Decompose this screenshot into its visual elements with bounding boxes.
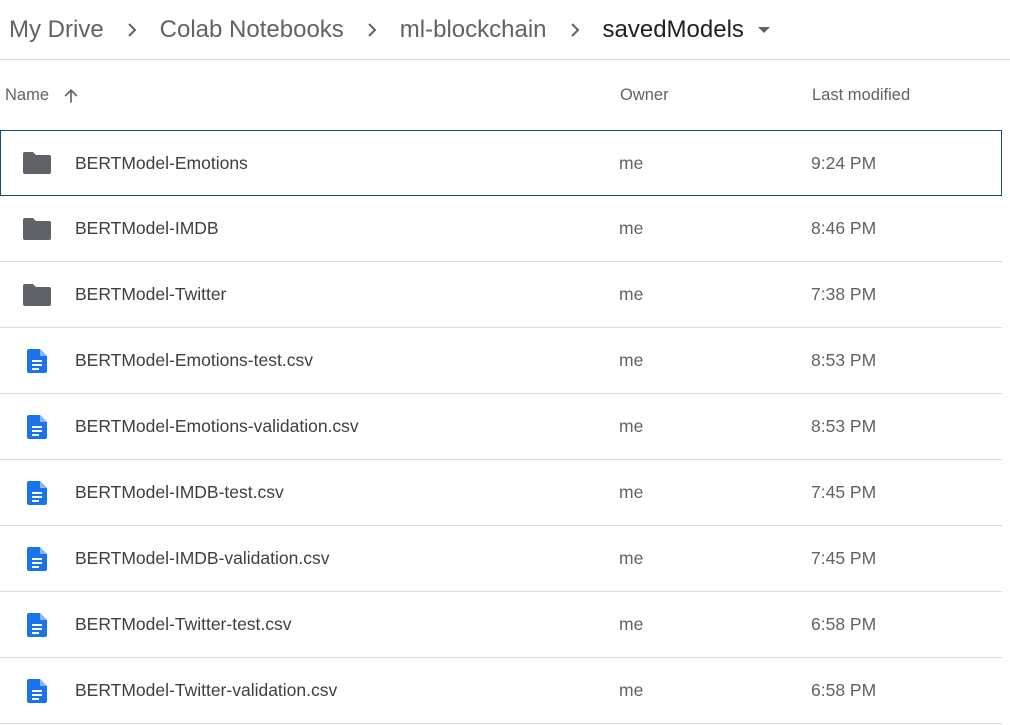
file-owner: me: [619, 614, 644, 634]
file-last-modified: 8:53 PM: [811, 416, 877, 436]
document-icon: [22, 546, 52, 571]
file-last-modified: 7:45 PM: [811, 548, 877, 568]
file-row[interactable]: BERTModel-IMDB-validation.csv me 7:45 PM: [0, 526, 1002, 592]
document-icon: [22, 612, 52, 637]
column-header-name-label: Name: [5, 86, 50, 104]
file-owner: me: [619, 152, 644, 173]
file-last-modified: 6:58 PM: [811, 680, 877, 700]
file-owner: me: [619, 218, 644, 238]
file-row[interactable]: BERTModel-IMDB-test.csv me 7:45 PM: [0, 460, 1002, 526]
file-owner: me: [619, 482, 644, 502]
file-list-header: Name Owner Last modified: [0, 61, 1002, 130]
breadcrumb-colab-notebooks[interactable]: Colab Notebooks: [160, 12, 344, 48]
file-name: BERTModel-Twitter-validation.csv: [75, 680, 338, 700]
file-row[interactable]: BERTModel-Twitter me 7:38 PM: [0, 262, 1002, 328]
file-list: BERTModel-Emotions me 9:24 PM BERTModel-IMD…: [0, 130, 1002, 724]
column-header-owner: Owner: [620, 86, 669, 104]
breadcrumb: My Drive Colab Notebooks ml-blockchain s…: [0, 0, 1010, 60]
file-last-modified: 8:53 PM: [811, 350, 877, 370]
document-icon: [22, 348, 52, 373]
file-name: BERTModel-Emotions-test.csv: [75, 350, 313, 370]
file-last-modified: 9:24 PM: [811, 152, 877, 173]
file-last-modified: 7:38 PM: [811, 284, 877, 304]
file-owner: me: [619, 680, 644, 700]
file-row[interactable]: BERTModel-IMDB me 8:46 PM: [0, 196, 1002, 262]
file-name: BERTModel-Twitter-test.csv: [75, 614, 292, 634]
chevron-right-icon: [104, 10, 160, 50]
document-icon: [22, 414, 52, 439]
folder-icon: [22, 217, 52, 241]
column-header-name[interactable]: Name: [5, 61, 81, 130]
chevron-right-icon: [547, 10, 603, 50]
file-name: BERTModel-IMDB-validation.csv: [75, 548, 330, 568]
column-header-last-modified[interactable]: Last modified: [812, 61, 910, 130]
file-row[interactable]: BERTModel-Emotions me 9:24 PM: [0, 130, 1002, 196]
file-last-modified: 6:58 PM: [811, 614, 877, 634]
file-owner: me: [619, 548, 644, 568]
breadcrumb-current-folder[interactable]: savedModels: [603, 12, 744, 48]
file-row[interactable]: BERTModel-Twitter-test.csv me 6:58 PM: [0, 592, 1002, 658]
file-row[interactable]: BERTModel-Emotions-validation.csv me 8:53 …: [0, 394, 1002, 460]
file-row[interactable]: BERTModel-Twitter-validation.csv me 6:58 P…: [0, 658, 1002, 724]
file-name: BERTModel-Emotions: [75, 152, 248, 173]
chevron-right-icon: [344, 10, 400, 50]
file-owner: me: [619, 284, 644, 304]
caret-down-icon[interactable]: [744, 10, 784, 50]
breadcrumb-my-drive[interactable]: My Drive: [9, 12, 104, 48]
file-name: BERTModel-Emotions-validation.csv: [75, 416, 359, 436]
arrow-up-icon[interactable]: [61, 86, 81, 106]
file-owner: me: [619, 416, 644, 436]
file-name: BERTModel-Twitter: [75, 284, 227, 304]
document-icon: [22, 480, 52, 505]
file-last-modified: 8:46 PM: [811, 218, 877, 238]
file-owner: me: [619, 350, 644, 370]
document-icon: [22, 678, 52, 703]
file-last-modified: 7:45 PM: [811, 482, 877, 502]
file-row[interactable]: BERTModel-Emotions-test.csv me 8:53 PM: [0, 328, 1002, 394]
breadcrumb-ml-blockchain[interactable]: ml-blockchain: [400, 12, 547, 48]
file-name: BERTModel-IMDB: [75, 218, 219, 238]
folder-icon: [22, 151, 52, 175]
folder-icon: [22, 283, 52, 307]
file-name: BERTModel-IMDB-test.csv: [75, 482, 284, 502]
